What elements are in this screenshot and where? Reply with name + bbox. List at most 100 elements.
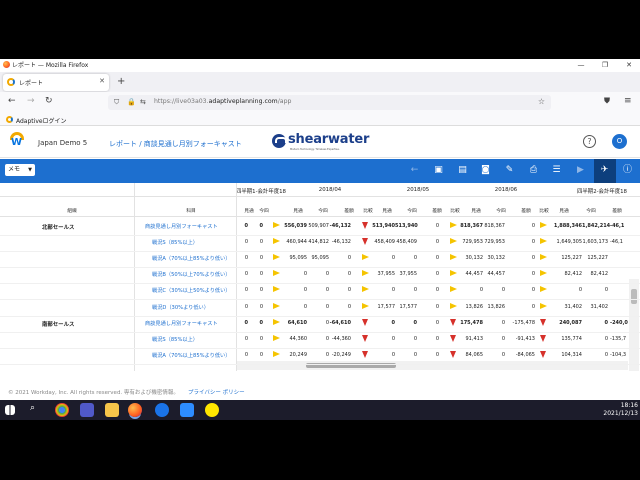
cell-value[interactable]: 729,953: [483, 239, 505, 245]
shield-icon[interactable]: ⛉: [114, 98, 119, 107]
new-tab-icon[interactable]: +: [117, 76, 125, 87]
undo-arrow-icon[interactable]: ←: [408, 164, 421, 177]
cell-value[interactable]: 0: [251, 223, 263, 229]
cell-value[interactable]: 0: [582, 320, 608, 326]
cell-value[interactable]: 44,457: [483, 271, 506, 277]
cell-value[interactable]: 13,826: [459, 304, 484, 310]
cell-value[interactable]: -135,7: [610, 336, 629, 342]
cell-value[interactable]: 0: [371, 287, 395, 293]
help-icon[interactable]: ?: [583, 135, 596, 148]
account-row-label[interactable]: 戦況S（85%以上）: [152, 336, 198, 343]
cell-value[interactable]: -84,065: [505, 352, 535, 358]
cell-value[interactable]: 95,095: [307, 255, 330, 261]
avatar[interactable]: O: [612, 134, 627, 149]
cell-value[interactable]: 240,087: [552, 320, 582, 326]
account-row-label[interactable]: 商談見通し月別フォーキャスト: [145, 320, 218, 327]
cell-value[interactable]: 31,402: [552, 304, 583, 310]
column-header[interactable]: 差額: [428, 207, 446, 214]
cell-value[interactable]: 0: [307, 320, 329, 326]
browser-tab[interactable]: レポート ✕: [3, 74, 109, 91]
close-tab-icon[interactable]: ✕: [99, 77, 105, 85]
cell-value[interactable]: 0: [505, 304, 535, 310]
cell-value[interactable]: 0: [236, 271, 248, 277]
cell-value[interactable]: 0: [236, 336, 248, 342]
account-row-label[interactable]: 戦況C（30%以上50%より低い）: [152, 287, 230, 294]
cell-value[interactable]: 91,413: [459, 336, 484, 342]
cell-value[interactable]: 1,842,214: [582, 223, 610, 229]
cell-value[interactable]: 64,610: [283, 320, 307, 326]
account-row-label[interactable]: 戦況A（70%以上85%より低い）: [152, 352, 230, 359]
account-row-label[interactable]: 戦況B（50%以上70%より低い）: [152, 271, 230, 278]
camera-icon[interactable]: ◙: [479, 164, 492, 177]
privacy-policy-link[interactable]: プライバシー ポリシー: [188, 388, 245, 396]
minimize-icon[interactable]: —: [570, 59, 592, 71]
address-bar[interactable]: ⛉ 🔒 ⇆ https://live03a03.adaptiveplanning…: [108, 95, 551, 110]
cell-value[interactable]: 0: [417, 320, 439, 326]
vertical-scrollbar[interactable]: [629, 279, 639, 371]
pocket-icon[interactable]: ⛊: [604, 96, 610, 106]
menu-hamburger-icon[interactable]: ≡: [624, 96, 632, 106]
cell-value[interactable]: -175,478: [505, 320, 535, 326]
column-header[interactable]: 比較: [446, 207, 464, 214]
group-label[interactable]: 南部セールス: [42, 320, 74, 328]
forward-icon[interactable]: →: [27, 96, 35, 106]
cell-value[interactable]: 0: [505, 255, 535, 261]
taskbar-clock[interactable]: 18:16 2021/12/13: [598, 402, 638, 418]
cell-value[interactable]: 44,457: [459, 271, 484, 277]
close-window-icon[interactable]: ✕: [618, 59, 640, 71]
cell-value[interactable]: 0: [251, 287, 263, 293]
cell-value[interactable]: 818,367: [483, 223, 505, 229]
company-name[interactable]: Japan Demo 5: [38, 139, 87, 147]
cell-value[interactable]: 0: [307, 271, 329, 277]
cell-value[interactable]: 30,132: [483, 255, 506, 261]
cell-value[interactable]: 460,944: [283, 239, 307, 245]
column-header[interactable]: 見通: [467, 207, 485, 214]
group-label[interactable]: 北部セールス: [42, 223, 74, 231]
save-icon[interactable]: ▣: [432, 164, 445, 177]
cell-value[interactable]: 0: [236, 352, 248, 358]
cell-value[interactable]: 0: [251, 336, 263, 342]
cell-value[interactable]: 20,249: [283, 352, 308, 358]
cell-value[interactable]: 414,812: [307, 239, 329, 245]
column-header[interactable]: 見通: [289, 207, 307, 214]
cell-value[interactable]: 82,412: [582, 271, 609, 277]
cell-value[interactable]: 0: [417, 255, 439, 261]
teams-icon[interactable]: [80, 403, 94, 417]
cell-value[interactable]: 30,132: [459, 255, 484, 261]
cell-value[interactable]: 1,603,173: [582, 239, 608, 245]
cell-value[interactable]: 0: [417, 223, 439, 229]
cell-value[interactable]: 0: [582, 336, 608, 342]
edge-icon[interactable]: [155, 403, 169, 417]
windows-start-icon[interactable]: [5, 405, 15, 415]
cell-value[interactable]: 95,095: [283, 255, 308, 261]
column-header[interactable]: 見通: [378, 207, 396, 214]
cell-value[interactable]: 513,940: [371, 223, 395, 229]
column-header[interactable]: 比較: [535, 207, 553, 214]
cell-value[interactable]: 44,360: [283, 336, 308, 342]
column-header[interactable]: 今四: [403, 207, 421, 214]
reload-icon[interactable]: ↻: [45, 96, 53, 106]
cell-value[interactable]: -46,1: [610, 223, 629, 229]
url-text[interactable]: https://live03a03.adaptiveplanning.com/a…: [154, 98, 291, 105]
column-header[interactable]: 差額: [340, 207, 358, 214]
zoom-icon[interactable]: [180, 403, 194, 417]
cell-value[interactable]: 0: [236, 304, 248, 310]
cell-value[interactable]: 0: [307, 287, 329, 293]
cell-value[interactable]: 0: [483, 352, 505, 358]
cell-value[interactable]: 729,953: [459, 239, 483, 245]
cell-value[interactable]: 0: [251, 255, 263, 261]
pin-button[interactable]: ✈: [594, 159, 616, 183]
save-as-icon[interactable]: ▤: [456, 164, 469, 177]
cell-value[interactable]: 0: [236, 255, 248, 261]
cell-value[interactable]: 104,314: [552, 352, 582, 358]
back-icon[interactable]: ←: [8, 96, 16, 106]
cell-value[interactable]: 0: [371, 320, 395, 326]
memo-dropdown[interactable]: メモ ▼: [5, 164, 35, 176]
cell-value[interactable]: 0: [417, 352, 439, 358]
cell-value[interactable]: 0: [371, 336, 395, 342]
cell-value[interactable]: 0: [417, 239, 439, 245]
cell-value[interactable]: 0: [283, 304, 307, 310]
cell-value[interactable]: -240,0: [610, 320, 629, 326]
cell-value[interactable]: -44,360: [329, 336, 351, 342]
cell-value[interactable]: 0: [236, 239, 248, 245]
